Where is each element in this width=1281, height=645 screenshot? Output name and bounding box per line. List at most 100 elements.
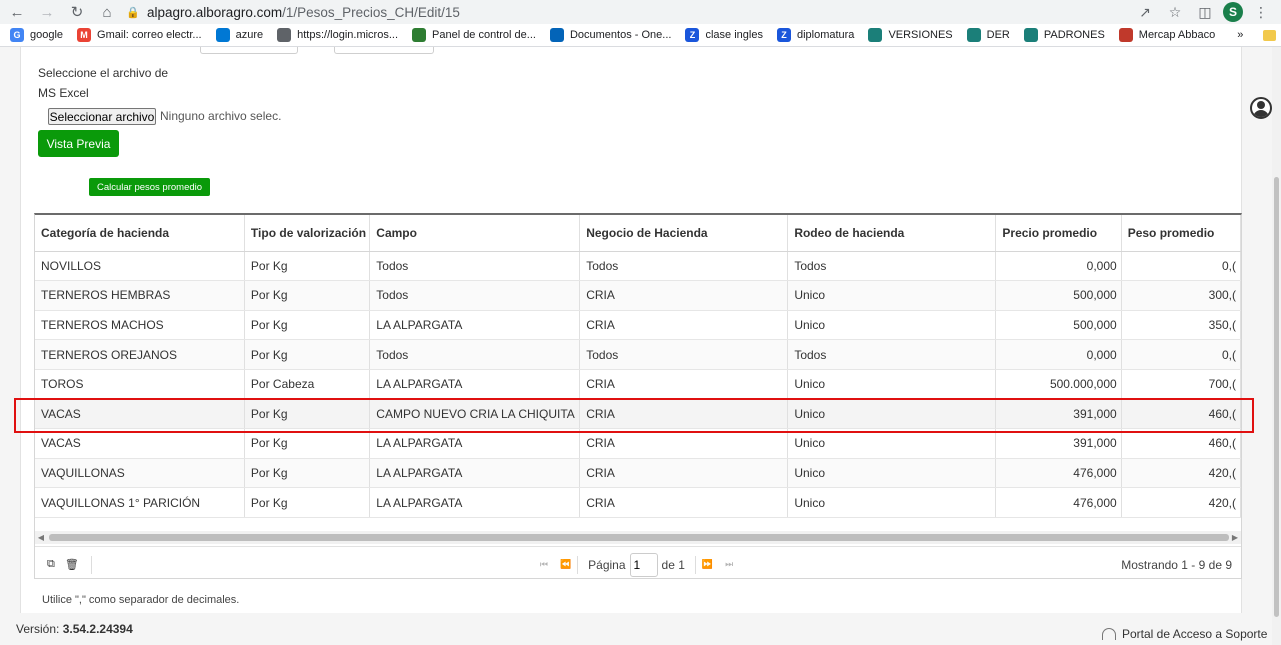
- column-header[interactable]: Precio promedio: [995, 215, 1122, 252]
- table-cell: Por Kg: [244, 339, 371, 370]
- collapsed-field: [334, 47, 434, 54]
- table-row[interactable]: VAQUILLONAS 1° PARICIÓN Por Kg LA ALPARGAT…: [35, 487, 1241, 518]
- support-portal-link[interactable]: Portal de Acceso a Soporte: [1102, 627, 1267, 641]
- other-bookmarks-folder[interactable]: Otros marcadores: [1263, 29, 1281, 41]
- table-cell: VAQUILLONAS 1° PARICIÓN: [35, 487, 245, 518]
- column-header[interactable]: Categoría de hacienda: [35, 215, 245, 252]
- table-row[interactable]: TOROS Por Cabeza LA ALPARGATA CRIA Unico 500.…: [35, 369, 1241, 400]
- table-cell: Por Kg: [244, 310, 371, 341]
- forward-arrow-icon[interactable]: →: [36, 1, 58, 23]
- bookmark-item[interactable]: Panel de control de...: [412, 28, 536, 42]
- table-cell: 420,(: [1121, 487, 1241, 518]
- bookmark-label: diplomatura: [796, 29, 855, 41]
- folder-icon: [1263, 29, 1277, 41]
- column-header[interactable]: Rodeo de hacienda: [787, 215, 997, 252]
- table-cell: NOVILLOS: [35, 251, 245, 282]
- table-cell: CRIA: [579, 310, 789, 341]
- preview-button[interactable]: Vista Previa: [38, 130, 119, 157]
- vertical-scrollbar[interactable]: [1272, 47, 1281, 645]
- bookmark-item[interactable]: Ggoogle: [10, 28, 63, 42]
- horizontal-scrollbar[interactable]: ◀ ▶: [35, 531, 1241, 544]
- table-cell: TERNEROS MACHOS: [35, 310, 245, 341]
- table-row[interactable]: TERNEROS MACHOS Por Kg LA ALPARGATA CRIA Uni…: [35, 310, 1241, 341]
- profile-avatar[interactable]: S: [1223, 2, 1243, 22]
- bookmark-item[interactable]: azure: [215, 28, 264, 42]
- showing-count: Mostrando 1 - 9 de 9: [1121, 557, 1232, 572]
- horizontal-scrollbar-thumb[interactable]: [49, 534, 1229, 541]
- bookmark-item[interactable]: Documentos - One...: [549, 28, 671, 42]
- table-cell: Unico: [787, 280, 997, 311]
- bookmark-label: https://login.micros...: [297, 29, 398, 41]
- calculate-average-weights-button[interactable]: Calcular pesos promedio: [89, 178, 210, 196]
- copy-icon[interactable]: ⧉: [47, 558, 55, 571]
- column-header[interactable]: Tipo de valorización: [244, 215, 371, 252]
- kebab-menu-icon[interactable]: ⋮: [1249, 1, 1273, 23]
- grid-header-row: Categoría de hacienda Tipo de valorizació…: [35, 215, 1241, 252]
- scrollbar-thumb[interactable]: [1274, 177, 1279, 617]
- bookmark-label: clase ingles: [705, 29, 763, 41]
- last-page-icon[interactable]: ⏭: [725, 559, 733, 570]
- table-cell: VAQUILLONAS: [35, 458, 245, 489]
- decimal-separator-note: Utilice "," como separador de decimales.: [42, 594, 240, 606]
- column-header[interactable]: Peso promedio: [1121, 215, 1241, 252]
- trash-icon[interactable]: 🗑: [65, 558, 79, 571]
- table-cell: 0,000: [995, 339, 1122, 370]
- bookmark-label: azure: [235, 29, 264, 41]
- table-cell: LA ALPARGATA: [369, 487, 581, 518]
- sql-icon: [966, 28, 981, 42]
- column-header[interactable]: Negocio de Hacienda: [579, 215, 789, 252]
- side-panel-icon[interactable]: ◫: [1193, 1, 1217, 23]
- prev-page-icon[interactable]: ⏪: [560, 559, 571, 570]
- page-total-label: de 1: [661, 557, 685, 572]
- z-icon: Z: [776, 28, 791, 42]
- bookmark-item[interactable]: M Gmail: correo electr...: [77, 28, 202, 42]
- table-cell: 500.000,000: [995, 369, 1122, 400]
- sql-icon: [868, 28, 883, 42]
- scroll-right-icon[interactable]: ▶: [1229, 531, 1241, 544]
- table-cell: Todos: [787, 251, 997, 282]
- home-icon[interactable]: ⌂: [96, 1, 118, 23]
- table-row[interactable]: VAQUILLONAS Por Kg LA ALPARGATA CRIA Unico 47…: [35, 458, 1241, 489]
- table-cell: Todos: [787, 339, 997, 370]
- user-account-icon[interactable]: [1250, 97, 1272, 119]
- table-row[interactable]: TERNEROS HEMBRAS Por Kg Todos CRIA Unico 500,…: [35, 280, 1241, 311]
- highlight-annotation: [14, 398, 1254, 433]
- page-number-input[interactable]: [629, 552, 658, 577]
- table-row[interactable]: NOVILLOS Por Kg Todos Todos Todos 0,000 0,(: [35, 251, 1241, 282]
- bookmark-item[interactable]: DER: [966, 28, 1010, 42]
- table-cell: Unico: [787, 458, 997, 489]
- first-page-icon[interactable]: ⏮: [540, 559, 548, 570]
- version-text: Versión: 3.54.2.24394: [16, 622, 133, 636]
- table-cell: 350,(: [1121, 310, 1241, 341]
- bookmark-item[interactable]: Mercap Abbaco: [1118, 28, 1215, 42]
- star-icon[interactable]: ☆: [1163, 1, 1187, 23]
- back-arrow-icon[interactable]: ←: [6, 1, 28, 23]
- table-cell: Unico: [787, 487, 997, 518]
- table-cell: 500,000: [995, 280, 1122, 311]
- table-cell: Por Kg: [244, 251, 371, 282]
- address-bar[interactable]: 🔒 alpagro.alboragro.com/1/Pesos_Precios_…: [126, 0, 1133, 24]
- table-row[interactable]: TERNEROS OREJANOS Por Kg Todos Todos Todos 0,…: [35, 339, 1241, 370]
- table-cell: TOROS: [35, 369, 245, 400]
- table-row[interactable]: VACAS Por Kg LA ALPARGATA CRIA Unico 391,000 4…: [35, 428, 1241, 459]
- bookmark-item[interactable]: Zdiplomatura: [776, 28, 855, 42]
- gmail-icon: M: [77, 28, 92, 42]
- table-cell: CRIA: [579, 458, 789, 489]
- bookmark-item[interactable]: Zclase ingles: [685, 28, 763, 42]
- table-cell: LA ALPARGATA: [369, 369, 581, 400]
- bookmarks-overflow-button[interactable]: »: [1237, 29, 1243, 41]
- reload-icon[interactable]: ↻: [66, 1, 88, 23]
- bookmark-item[interactable]: https://login.micros...: [277, 28, 398, 42]
- table-cell: 300,(: [1121, 280, 1241, 311]
- bookmark-item[interactable]: VERSIONES: [868, 28, 953, 42]
- grid-table: Categoría de hacienda Tipo de valorizació…: [35, 215, 1241, 518]
- scroll-left-icon[interactable]: ◀: [35, 531, 47, 544]
- share-icon[interactable]: ↗: [1133, 1, 1157, 23]
- next-page-icon[interactable]: ⏩: [702, 559, 713, 570]
- select-file-button[interactable]: Seleccionar archivo: [48, 108, 156, 125]
- bookmark-item[interactable]: PADRONES: [1023, 28, 1105, 42]
- table-cell: Por Cabeza: [244, 369, 371, 400]
- hacienda-grid: Categoría de hacienda Tipo de valorizació…: [34, 213, 1242, 579]
- table-cell: Todos: [369, 280, 581, 311]
- column-header[interactable]: Campo: [369, 215, 581, 252]
